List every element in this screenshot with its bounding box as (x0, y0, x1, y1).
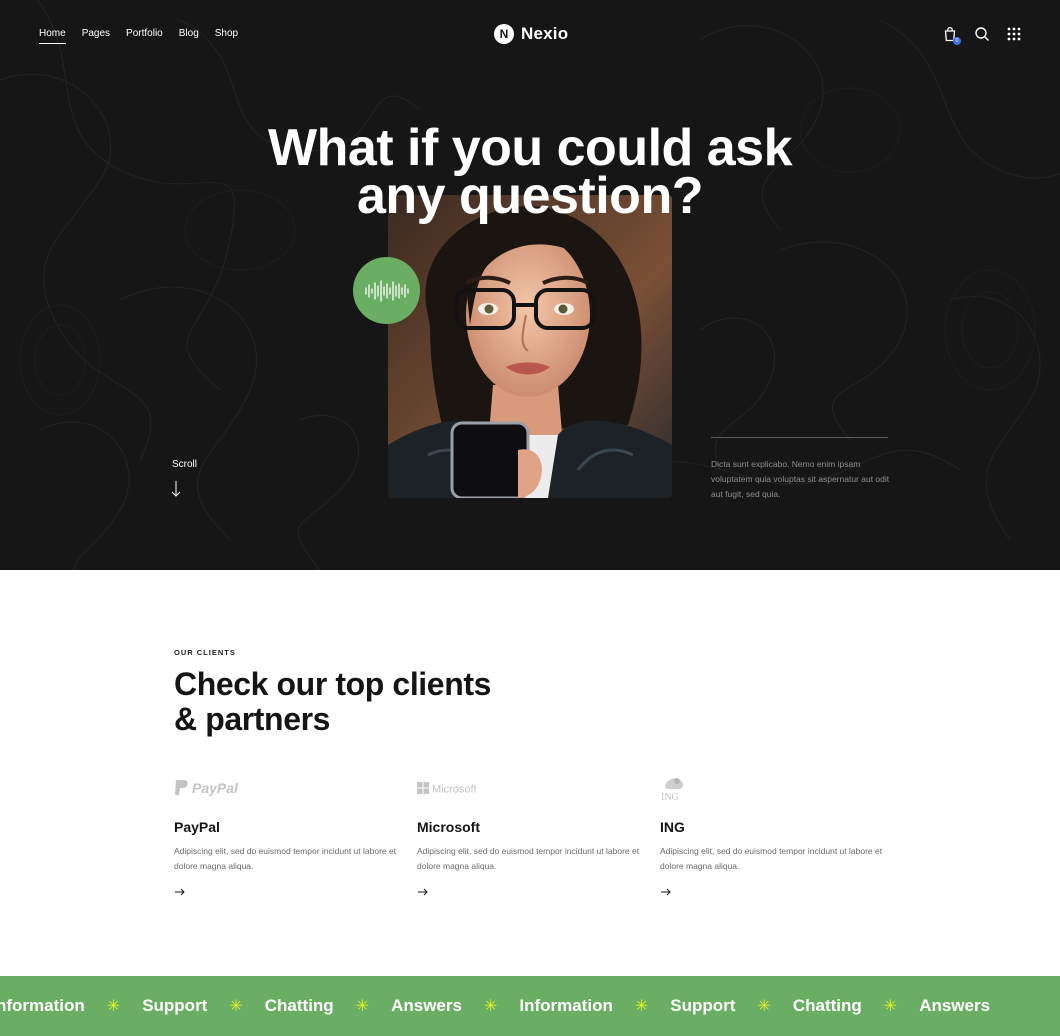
scroll-label[interactable]: Scroll (172, 459, 197, 470)
waveform-graphic (364, 279, 409, 302)
cart-count-badge: 0 (953, 37, 961, 45)
client-description: Adipiscing elit, sed do euismod tempor i… (417, 846, 640, 871)
client-description: Adipiscing elit, sed do euismod tempor i… (174, 846, 397, 871)
header-actions: 0 (942, 26, 1022, 45)
nav-shop[interactable]: Shop (215, 28, 238, 43)
client-name: Microsoft (417, 819, 480, 835)
shopping-bag-icon[interactable]: 0 (942, 26, 961, 45)
marquee-banner: nformation ✳ Support ✳ Chatting ✳ Answer… (0, 976, 1060, 1036)
search-icon[interactable] (974, 26, 990, 42)
client-name: PayPal (174, 819, 220, 835)
svg-text:ING: ING (661, 792, 679, 802)
marquee-track: nformation ✳ Support ✳ Chatting ✳ Answer… (0, 976, 990, 1036)
arrow-right-icon[interactable] (174, 888, 186, 896)
svg-text:PayPal: PayPal (192, 780, 239, 796)
star-icon: ✳ (106, 998, 121, 1015)
paypal-logo: PayPal (174, 774, 404, 802)
star-icon: ✳ (634, 998, 649, 1015)
grid-menu-icon[interactable] (1006, 26, 1022, 42)
main-nav: Home Pages Portfolio Blog Shop (39, 28, 238, 44)
client-name: ING (660, 819, 685, 835)
star-icon: ✳ (883, 998, 898, 1015)
headline-line-2: any question? (357, 167, 703, 225)
marquee-word: Answers (919, 996, 991, 1015)
client-card-ing: ING ING Adipiscing elit, sed do euismod … (660, 774, 890, 896)
svg-text:Microsoft: Microsoft (432, 784, 477, 796)
star-icon: ✳ (483, 998, 498, 1015)
clients-title-line-1: Check our top clients (174, 666, 491, 702)
nav-blog[interactable]: Blog (179, 28, 199, 43)
microsoft-logo: Microsoft (417, 774, 647, 802)
nav-pages[interactable]: Pages (82, 28, 110, 43)
nav-portfolio[interactable]: Portfolio (126, 28, 163, 43)
clients-title: Check our top clients & partners (174, 667, 491, 737)
marquee-word: Answers (391, 996, 462, 1015)
arrow-down-icon[interactable] (170, 480, 182, 498)
marquee-word: Support (670, 996, 736, 1015)
client-card-microsoft: Microsoft Microsoft Adipiscing elit, sed… (417, 774, 647, 896)
marquee-word: Support (142, 996, 208, 1015)
audio-waveform-icon[interactable] (353, 257, 420, 324)
brand-logo[interactable]: N Nexio (494, 24, 568, 44)
arrow-right-icon[interactable] (417, 888, 429, 896)
marquee-word: nformation (0, 996, 85, 1015)
hero-side-text: Dicta sunt explicabo. Nemo enim ipsam vo… (711, 459, 890, 499)
arrow-right-icon[interactable] (660, 888, 672, 896)
marquee-word: Chatting (264, 996, 334, 1015)
ing-logo: ING (660, 774, 890, 802)
logo-text: Nexio (521, 24, 569, 43)
client-card-paypal: PayPal PayPal Adipiscing elit, sed do eu… (174, 774, 404, 896)
marquee-word: Information (519, 996, 613, 1015)
marquee-word: Chatting (792, 996, 862, 1015)
star-icon: ✳ (355, 998, 370, 1015)
star-icon: ✳ (229, 998, 243, 1015)
clients-eyebrow: OUR CLIENTS (174, 648, 236, 657)
star-icon: ✳ (757, 998, 771, 1015)
nav-home[interactable]: Home (39, 28, 66, 44)
hero-section: Home Pages Portfolio Blog Shop N Nexio 0… (0, 0, 1060, 570)
hero-divider (711, 437, 888, 438)
clients-title-line-2: & partners (174, 701, 331, 737)
client-description: Adipiscing elit, sed do euismod tempor i… (660, 846, 883, 871)
clients-section: OUR CLIENTS Check our top clients & part… (0, 570, 1060, 976)
hero-portrait-image (388, 195, 672, 498)
logo-mark: N (494, 24, 514, 44)
hero-headline: What if you could ask any question? (0, 122, 1060, 222)
